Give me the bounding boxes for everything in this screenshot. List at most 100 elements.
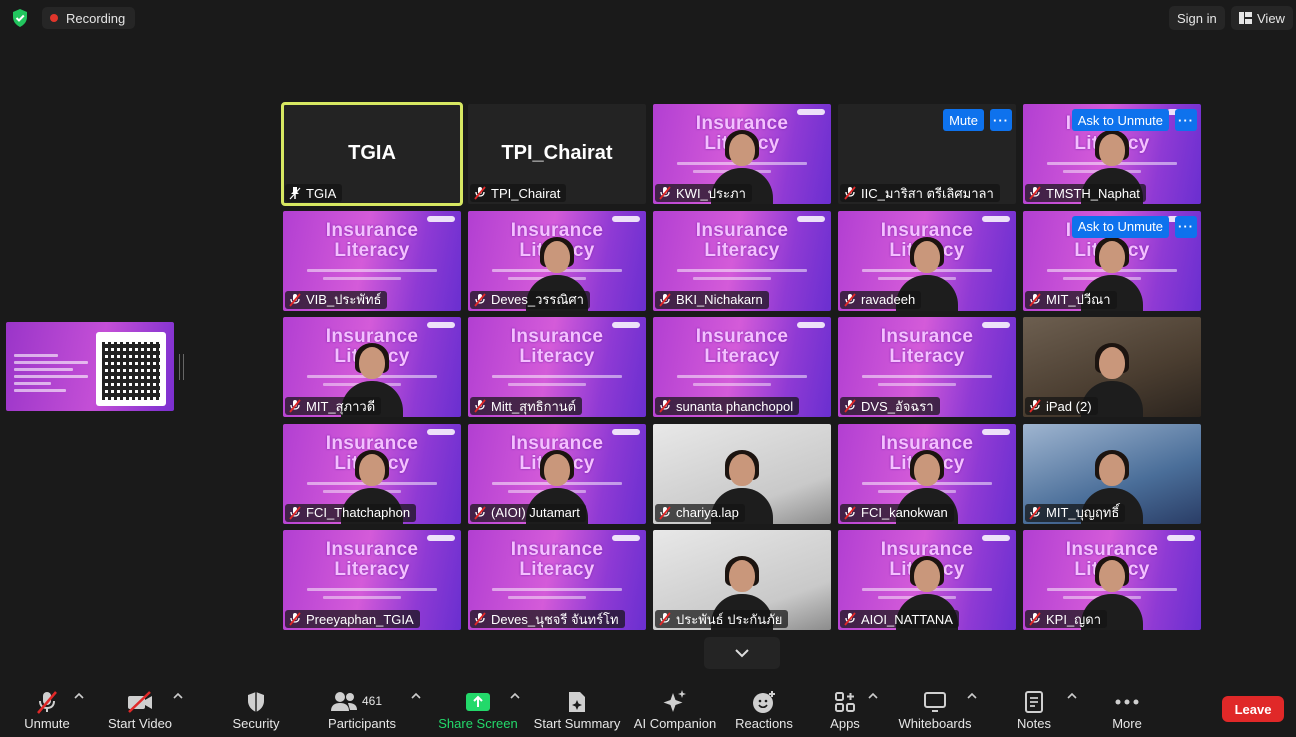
recording-indicator[interactable]: Recording — [42, 7, 136, 29]
slide-title-line: Literacy — [704, 346, 780, 367]
muted-mic-icon — [1029, 292, 1041, 307]
participant-tile[interactable]: InsuranceLiteracyAIOI_NATTANA — [838, 530, 1016, 630]
participant-tile[interactable]: Insurance Literacy BKI_Nichakarn — [653, 210, 831, 311]
notes-button[interactable]: Notes — [1010, 680, 1058, 737]
sign-in-button[interactable]: Sign in — [1169, 6, 1225, 30]
participant-tile[interactable]: Insurance Literacy Deves_นุชจรี จันทร์โท — [468, 530, 646, 630]
slide-title-line: Literacy — [519, 559, 595, 580]
participant-name-tag: TMSTH_Naphat — [1025, 184, 1146, 202]
more-button[interactable]: More — [1104, 680, 1150, 737]
muted-mic-icon — [659, 505, 671, 520]
participants-options-caret-icon[interactable] — [410, 690, 422, 702]
participant-tile[interactable]: InsuranceLiteracyDeves_วรรณิศา — [468, 210, 646, 311]
participant-name: TPI_Chairat — [491, 185, 561, 201]
start-summary-button[interactable]: Start Summary — [532, 680, 622, 737]
muted-mic-icon — [844, 292, 856, 307]
participant-tile[interactable]: InsuranceLiteracyFCI_kanokwan — [838, 423, 1016, 524]
whiteboards-options-caret-icon[interactable] — [966, 690, 978, 702]
participant-tile[interactable]: Insurance Literacy DVS_อัจฉรา — [838, 317, 1016, 417]
slide-text-line — [693, 276, 771, 280]
participant-tile[interactable]: InsuranceLiteracyFCI_Thatchaphon — [283, 423, 461, 524]
security-button[interactable]: Security — [226, 680, 286, 737]
muted-mic-icon — [844, 505, 856, 520]
participant-tile[interactable]: ประพันธ์ ประกันภัย — [653, 530, 831, 630]
participant-tile[interactable]: TPI_Chairat TPI_Chairat — [468, 104, 646, 204]
slide-title-line: Literacy — [889, 346, 965, 367]
muted-mic-icon — [844, 186, 856, 200]
tile-more-options-button[interactable]: ··· — [1175, 215, 1197, 238]
unmute-button[interactable]: Unmute — [16, 680, 78, 737]
tile-more-options-button[interactable]: ··· — [990, 109, 1012, 131]
participant-name: AIOI_NATTANA — [861, 611, 953, 627]
meeting-toolbar: Unmute Start Video Security 461 Particip… — [0, 680, 1296, 737]
participant-gallery: TGIATGIATPI_ChairatTPI_ChairatInsuranceL… — [281, 102, 1201, 630]
participant-tile[interactable]: TGIA TGIA — [281, 102, 463, 206]
view-button[interactable]: View — [1231, 6, 1293, 30]
apps-grid-icon — [835, 692, 855, 712]
slide-title-line: Insurance — [510, 539, 604, 560]
participant-name-tag: iPad (2) — [1025, 397, 1098, 415]
participant-tile[interactable]: chariya.lap — [653, 423, 831, 524]
start-video-button[interactable]: Start Video — [104, 680, 176, 737]
muted-mic-icon — [659, 186, 671, 200]
security-shield-icon — [248, 692, 264, 712]
participant-tile[interactable]: InsuranceLiteracy···Ask to UnmuteTMSTH_N… — [1023, 104, 1201, 204]
participant-count: 461 — [362, 694, 383, 708]
slide-title-line: Literacy — [704, 239, 780, 261]
apps-button[interactable]: Apps — [822, 680, 868, 737]
participant-tile[interactable]: InsuranceLiteracy(AIOI) Jutamart — [468, 423, 646, 524]
ask-to-unmute-button[interactable]: Ask to Unmute — [1071, 109, 1169, 131]
participant-tile[interactable]: InsuranceLiteracyMIT_สุภาวดี — [283, 317, 461, 417]
tile-more-options-button[interactable]: ··· — [1175, 109, 1197, 131]
slide-text-line — [492, 588, 622, 591]
notes-options-caret-icon[interactable] — [1066, 690, 1078, 702]
participant-tile[interactable]: InsuranceLiteracyravadeeh — [838, 210, 1016, 311]
muted-mic-icon — [474, 399, 486, 413]
participant-name: MIT_สุภาวดี — [306, 398, 376, 414]
share-screen-button[interactable]: Share Screen — [438, 680, 518, 737]
participant-tile[interactable]: InsuranceLiteracyKPI_ญดา — [1023, 530, 1201, 630]
participant-tile[interactable]: iPad (2) — [1023, 317, 1201, 417]
reactions-button[interactable]: Reactions — [732, 680, 796, 737]
slide-title-line: Literacy — [334, 239, 410, 261]
participant-name: KWI_ประภา — [676, 185, 746, 201]
unmute-options-caret-icon[interactable] — [73, 690, 85, 702]
participant-tile[interactable]: ··· Mute IIC_มาริสา ตรีเลิศมาลา — [838, 104, 1016, 204]
participant-name-tag: (AIOI) Jutamart — [470, 503, 586, 522]
collapse-gallery-button[interactable] — [704, 637, 780, 669]
participant-name-tag: Preeyaphan_TGIA — [285, 610, 420, 628]
shared-screen-thumbnail[interactable] — [6, 322, 174, 411]
participant-tile[interactable]: Insurance Literacy Mitt_สุทธิกานต์ — [468, 317, 646, 417]
ai-companion-button[interactable]: AI Companion — [632, 680, 718, 737]
view-label: View — [1257, 10, 1285, 26]
slide-text-line — [878, 383, 956, 386]
qr-code-icon — [102, 342, 160, 400]
leave-button[interactable]: Leave — [1222, 696, 1284, 722]
participant-name: ravadeeh — [861, 292, 916, 307]
participant-tile[interactable]: Insurance Literacy sunanta phanchopol — [653, 317, 831, 417]
participant-tile[interactable]: InsuranceLiteracy···Ask to UnmuteMIT_ปวี… — [1023, 210, 1201, 311]
participant-name-tag: AIOI_NATTANA — [840, 610, 959, 628]
mute-participant-button[interactable]: Mute — [943, 109, 984, 131]
share-options-caret-icon[interactable] — [509, 690, 521, 702]
microphone-muted-icon — [37, 691, 57, 714]
video-options-caret-icon[interactable] — [172, 690, 184, 702]
participant-tile[interactable]: Insurance Literacy Preeyaphan_TGIA — [283, 530, 461, 630]
apps-options-caret-icon[interactable] — [867, 690, 879, 702]
participant-tile[interactable]: Insurance Literacy VIB_ประพัทธ์ — [283, 210, 461, 311]
participant-tile[interactable]: InsuranceLiteracyKWI_ประภา — [653, 104, 831, 204]
view-grid-icon — [1239, 12, 1252, 24]
sign-in-label: Sign in — [1177, 10, 1217, 26]
whiteboards-button[interactable]: Whiteboards — [896, 680, 974, 737]
slide-title: InsuranceLiteracy — [283, 540, 461, 580]
participant-name: (AIOI) Jutamart — [491, 505, 580, 520]
shield-check-icon[interactable] — [10, 8, 30, 28]
share-screen-label: Share Screen — [438, 716, 518, 731]
participant-tile[interactable]: MIT_บุญฤทธิ์ — [1023, 423, 1201, 524]
participants-button[interactable]: 461 Participants — [326, 680, 398, 737]
ask-to-unmute-button[interactable]: Ask to Unmute — [1071, 215, 1169, 238]
ai-companion-label: AI Companion — [633, 716, 717, 731]
top-bar: Recording Sign in View — [0, 0, 1296, 36]
resize-handle[interactable] — [179, 354, 184, 380]
slide-title: InsuranceLiteracy — [283, 220, 461, 261]
